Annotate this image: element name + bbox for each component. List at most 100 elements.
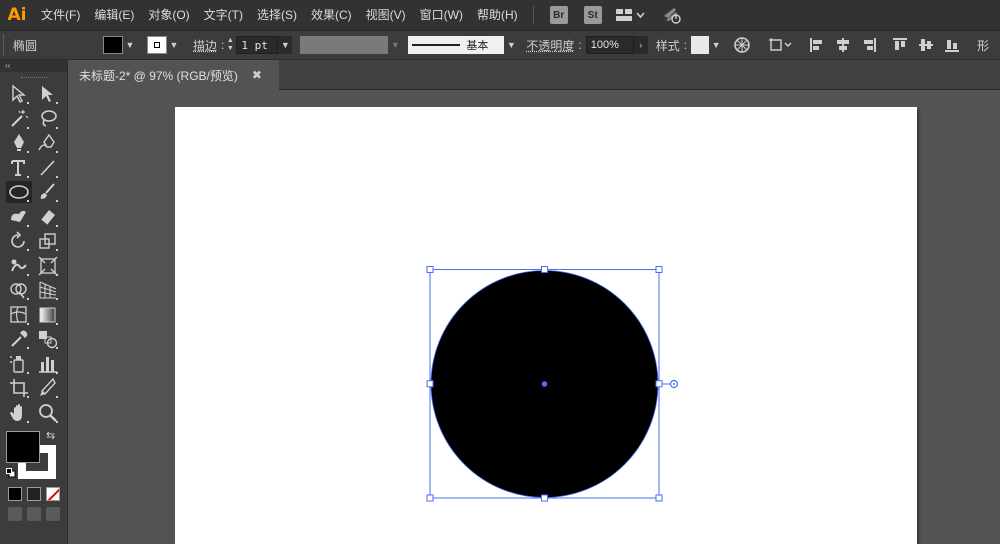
stroke-swatch[interactable] bbox=[147, 36, 167, 54]
eyedropper-tool-icon[interactable] bbox=[6, 328, 32, 350]
direct-selection-tool-icon[interactable] bbox=[35, 83, 61, 105]
menu-item[interactable]: 对象(O) bbox=[141, 0, 196, 30]
menu-bar: Ai 文件(F) 编辑(E) 对象(O) 文字(T) 选择(S) 效果(C) 视图(V) 窗口… bbox=[0, 0, 1000, 30]
resize-handle[interactable] bbox=[541, 494, 548, 502]
stepper-up-icon[interactable]: ▲ bbox=[227, 37, 234, 45]
opacity-label[interactable]: 不透明度 bbox=[526, 37, 574, 54]
menu-item[interactable]: 帮助(H) bbox=[470, 0, 525, 30]
control-bar-grip[interactable] bbox=[3, 35, 9, 55]
menu-item[interactable]: 文字(T) bbox=[197, 0, 250, 30]
fill-color-box[interactable] bbox=[6, 431, 40, 463]
resize-handle[interactable] bbox=[426, 266, 434, 273]
artboard-tool-icon[interactable] bbox=[6, 377, 32, 399]
draw-behind-icon[interactable] bbox=[27, 507, 41, 521]
hand-tool-icon[interactable] bbox=[6, 402, 32, 424]
align-right-icon[interactable] bbox=[861, 37, 877, 53]
transform-options-icon[interactable] bbox=[768, 37, 794, 53]
canvas-area[interactable] bbox=[69, 91, 1000, 544]
draw-normal-icon[interactable] bbox=[8, 507, 22, 521]
brush-definition-field[interactable]: 基本 bbox=[408, 36, 505, 54]
menu-item[interactable]: 文件(F) bbox=[34, 0, 87, 30]
stroke-dropdown-icon[interactable]: ▼ bbox=[167, 36, 181, 54]
workspace-layout-icon[interactable] bbox=[615, 8, 646, 22]
opacity-input[interactable]: 100% bbox=[585, 36, 634, 54]
tool-row bbox=[0, 327, 67, 352]
resize-handle[interactable] bbox=[655, 380, 663, 388]
tool-row bbox=[0, 82, 67, 107]
stroke-weight-stepper[interactable]: ▲ ▼ bbox=[224, 35, 236, 55]
stroke-weight-input[interactable]: 1 pt bbox=[236, 36, 279, 54]
warp-tool-icon[interactable] bbox=[6, 255, 32, 277]
align-bottom-icon[interactable] bbox=[944, 37, 960, 53]
align-left-icon[interactable] bbox=[809, 37, 825, 53]
draw-inside-icon[interactable] bbox=[46, 507, 60, 521]
fill-swatch[interactable] bbox=[103, 36, 123, 54]
gradient-tool-icon[interactable] bbox=[35, 304, 61, 326]
selection-overlay bbox=[426, 266, 679, 502]
resize-handle[interactable] bbox=[655, 494, 663, 502]
gpu-performance-icon[interactable] bbox=[662, 6, 682, 24]
menu-item[interactable]: 效果(C) bbox=[304, 0, 359, 30]
recolor-artwork-icon[interactable] bbox=[733, 36, 751, 54]
selection-tool-icon[interactable] bbox=[6, 83, 32, 105]
stepper-down-icon[interactable]: ▼ bbox=[227, 45, 234, 53]
symbol-sprayer-tool-icon[interactable] bbox=[6, 353, 32, 375]
brush-dropdown-icon[interactable]: ▼ bbox=[504, 36, 518, 54]
scale-tool-icon[interactable] bbox=[35, 230, 61, 252]
column-graph-tool-icon[interactable] bbox=[35, 353, 61, 375]
shape-properties-label[interactable]: 形 bbox=[977, 37, 989, 54]
eraser-tool-icon[interactable] bbox=[35, 206, 61, 228]
profile-dropdown-icon[interactable]: ▼ bbox=[388, 36, 402, 54]
pen-tool-icon[interactable] bbox=[6, 132, 32, 154]
menu-item[interactable]: 选择(S) bbox=[250, 0, 304, 30]
resize-handle[interactable] bbox=[426, 494, 434, 502]
perspective-grid-tool-icon[interactable] bbox=[35, 279, 61, 301]
free-transform-tool-icon[interactable] bbox=[35, 255, 61, 277]
shaper-tool-icon[interactable] bbox=[6, 206, 32, 228]
align-vertical-center-icon[interactable] bbox=[918, 37, 934, 53]
zoom-tool-icon[interactable] bbox=[35, 402, 61, 424]
menu-item[interactable]: 编辑(E) bbox=[87, 0, 141, 30]
lasso-tool-icon[interactable] bbox=[35, 108, 61, 130]
swap-fill-stroke-icon[interactable]: ⇆ bbox=[46, 429, 55, 442]
slice-tool-icon[interactable] bbox=[35, 377, 61, 399]
resize-handle[interactable] bbox=[426, 380, 434, 388]
align-top-icon[interactable] bbox=[892, 37, 908, 53]
opacity-expand-icon[interactable]: › bbox=[633, 36, 648, 54]
default-fill-stroke-icon[interactable] bbox=[6, 467, 16, 478]
menu-item[interactable]: 视图(V) bbox=[359, 0, 413, 30]
document-tab-title: 未标题-2* @ 97% (RGB/预览) bbox=[79, 68, 238, 83]
close-icon[interactable]: ✖ bbox=[252, 68, 262, 82]
graphic-style-swatch[interactable] bbox=[691, 36, 710, 54]
resize-handle[interactable] bbox=[541, 266, 548, 273]
tools-panel-grip[interactable] bbox=[0, 72, 67, 82]
blend-tool-icon[interactable] bbox=[35, 328, 61, 350]
paintbrush-tool-icon[interactable] bbox=[35, 181, 61, 203]
color-mode-icon[interactable] bbox=[8, 487, 22, 501]
fill-dropdown-icon[interactable]: ▼ bbox=[123, 36, 137, 54]
rotate-tool-icon[interactable] bbox=[6, 230, 32, 252]
none-mode-icon[interactable] bbox=[46, 487, 60, 501]
shape-builder-tool-icon[interactable] bbox=[6, 279, 32, 301]
line-segment-tool-icon[interactable] bbox=[35, 157, 61, 179]
style-dropdown-icon[interactable]: ▼ bbox=[709, 36, 723, 54]
tool-row bbox=[0, 180, 67, 205]
align-horizontal-center-icon[interactable] bbox=[835, 37, 851, 53]
brush-name: 基本 bbox=[466, 40, 489, 52]
ellipse-tool-icon[interactable] bbox=[5, 181, 32, 204]
type-tool-icon[interactable] bbox=[6, 157, 32, 179]
gradient-mode-icon[interactable] bbox=[27, 487, 41, 501]
stroke-weight-dropdown-icon[interactable]: ▼ bbox=[278, 36, 293, 54]
magic-wand-tool-icon[interactable] bbox=[6, 108, 32, 130]
bridge-button[interactable]: Br bbox=[549, 6, 568, 24]
curvature-tool-icon[interactable] bbox=[35, 132, 61, 154]
resize-handle[interactable] bbox=[655, 266, 663, 273]
document-tab[interactable]: 未标题-2* @ 97% (RGB/预览) ✖ bbox=[69, 60, 279, 90]
tools-panel-collapse[interactable]: ‹‹ bbox=[0, 60, 67, 72]
tool-row bbox=[0, 254, 67, 279]
variable-width-profile[interactable] bbox=[300, 36, 389, 54]
stock-button[interactable]: St bbox=[583, 6, 602, 24]
stroke-label[interactable]: 描边 bbox=[193, 37, 217, 54]
menu-item[interactable]: 窗口(W) bbox=[413, 0, 470, 30]
mesh-tool-icon[interactable] bbox=[6, 304, 32, 326]
